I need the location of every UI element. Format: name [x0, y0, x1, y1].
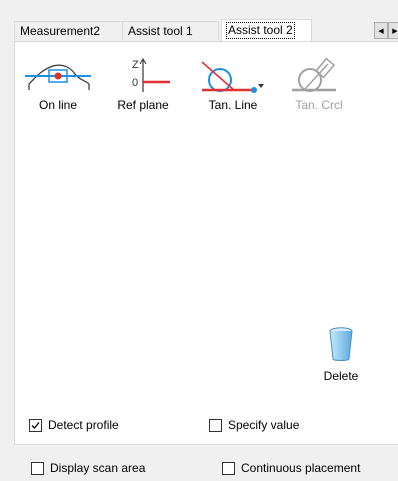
checkmark-icon: [31, 421, 40, 429]
on-line-button[interactable]: On line: [18, 56, 98, 112]
tool-label: On line: [38, 98, 78, 112]
detect-profile-checkbox[interactable]: Detect profile: [29, 418, 119, 432]
scroll-left-button[interactable]: ◀: [374, 22, 388, 39]
tool-label: Tan. Crcl: [295, 98, 343, 112]
tangent-line-icon: [201, 61, 264, 93]
delete-button[interactable]: Delete: [311, 326, 371, 383]
checkbox-label: Display scan area: [50, 461, 146, 475]
axis-z-text: Z: [132, 59, 139, 71]
tangent-circle-button[interactable]: Tan. Crcl: [279, 56, 359, 112]
checkbox-box[interactable]: [209, 418, 222, 432]
tab-label: Assist tool 1: [128, 24, 193, 38]
checkbox-box[interactable]: [29, 418, 42, 432]
tab-measurement2[interactable]: Measurement2: [14, 21, 123, 40]
tab-assist-tool-1[interactable]: Assist tool 1: [122, 21, 219, 40]
checkbox-box[interactable]: [222, 461, 235, 475]
axis-zero-text: 0: [132, 77, 138, 89]
scroll-right-button[interactable]: ▶: [388, 22, 398, 39]
chevron-left-icon: ◀: [378, 27, 384, 35]
checkbox-label: Continuous placement: [241, 461, 361, 475]
tab-assist-tool-2[interactable]: Assist tool 2: [221, 19, 312, 41]
trash-can-icon: [329, 327, 353, 361]
tab-label: Measurement2: [20, 24, 101, 38]
delete-label: Delete: [323, 369, 359, 383]
tool-label: Tan. Line: [208, 98, 258, 112]
assist-tool-panel: On line Z 0 Ref plane Tan. Line Tan. Crc…: [14, 41, 398, 445]
tangent-circle-icon: [292, 57, 336, 92]
tab-scroll-buttons: ◀ ▶: [374, 22, 398, 39]
ref-plane-button[interactable]: Z 0 Ref plane: [103, 56, 183, 112]
chevron-right-icon: ▶: [392, 27, 398, 35]
checkbox-box[interactable]: [31, 461, 44, 475]
ref-plane-icon: Z 0: [132, 58, 170, 92]
on-line-icon: [25, 64, 91, 90]
tool-label: Ref plane: [117, 98, 169, 112]
continuous-placement-checkbox[interactable]: Continuous placement: [222, 461, 360, 475]
tangent-line-button[interactable]: Tan. Line: [193, 56, 273, 112]
checkbox-label: Detect profile: [48, 418, 119, 432]
tab-label: Assist tool 2: [226, 22, 295, 39]
display-scan-area-checkbox[interactable]: Display scan area: [31, 461, 145, 475]
checkbox-label: Specify value: [228, 418, 300, 432]
tab-strip: Measurement2 Assist tool 1 Assist tool 2…: [14, 19, 398, 41]
specify-value-checkbox[interactable]: Specify value: [209, 418, 299, 432]
